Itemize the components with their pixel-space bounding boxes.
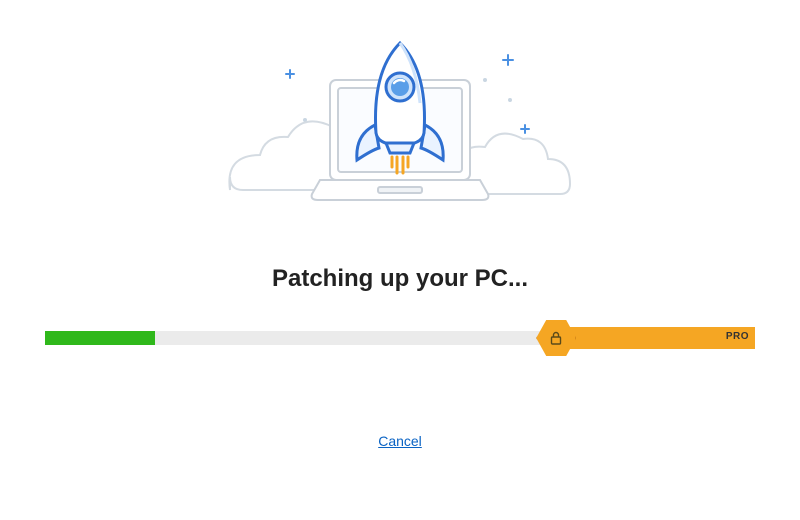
rocket-laptop-illustration: [210, 25, 590, 215]
page-title: Patching up your PC...: [0, 265, 800, 293]
pro-label: PRO: [726, 331, 749, 342]
pro-lock-badge[interactable]: [536, 318, 576, 358]
cancel-link[interactable]: Cancel: [378, 433, 422, 449]
lock-icon: [548, 330, 564, 346]
hero-illustration: [0, 0, 800, 215]
progress-bar: PRO: [45, 323, 755, 353]
progress-fill-green: [45, 331, 155, 345]
